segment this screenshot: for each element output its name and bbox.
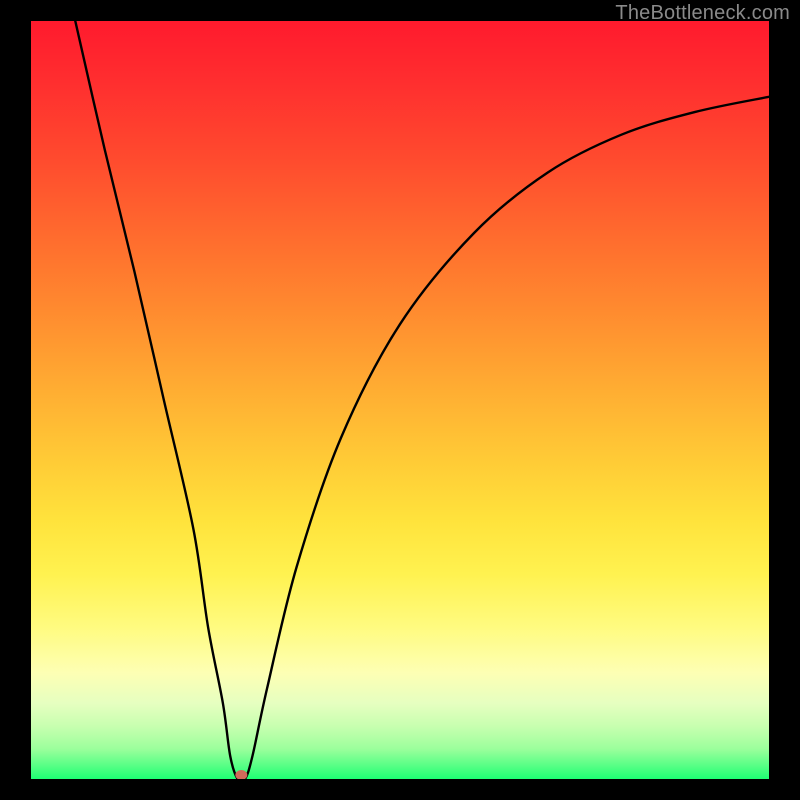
chart-frame: TheBottleneck.com xyxy=(0,0,800,800)
bottleneck-curve xyxy=(31,21,769,779)
plot-area xyxy=(30,20,770,780)
minimum-marker xyxy=(235,770,247,779)
bottleneck-curve-path xyxy=(75,21,769,779)
